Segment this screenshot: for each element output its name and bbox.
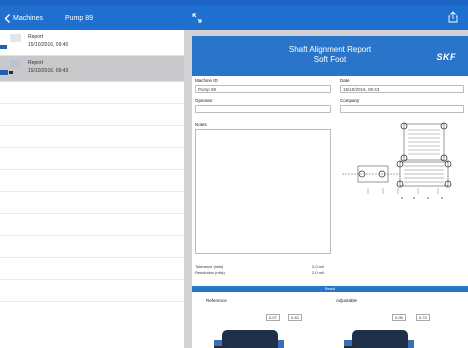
empty-row (0, 148, 184, 170)
empty-row (0, 104, 184, 126)
operator-field (195, 105, 331, 113)
adjustable-readout-1: 0.05 (392, 314, 406, 321)
back-button[interactable]: Machines (4, 13, 43, 23)
empty-row (0, 82, 184, 104)
list-item-date: 15/10/2016, 09:43 (28, 68, 69, 74)
reference-machine-image (214, 330, 284, 348)
reference-readout-1: 0.07 (266, 314, 280, 321)
reference-label: Reference (206, 298, 227, 303)
report-header: Shaft Alignment Report Soft Foot SKF (192, 36, 468, 76)
notes-label: Notes (195, 122, 207, 127)
skf-logo: SKF (436, 52, 456, 62)
machine-id-label: Machine ID (195, 78, 218, 83)
expand-icon[interactable] (192, 13, 202, 23)
date-label: Date (340, 78, 350, 83)
list-item[interactable]: Report 15/10/2016, 09:40 (0, 30, 184, 56)
list-item-date: 15/10/2016, 09:40 (28, 42, 69, 48)
report-subtitle: Soft Foot (313, 55, 347, 64)
empty-row (0, 236, 184, 258)
resolution-label: Resolution (mils) (195, 270, 225, 275)
report-thumbnail-icon (0, 34, 21, 49)
date-field: 15/10/2016, 09:43 (340, 85, 464, 93)
sidebar-nav-bar: Machines Pump 89 (0, 6, 184, 30)
empty-row (0, 126, 184, 148)
empty-row (0, 192, 184, 214)
chevron-left-icon (4, 13, 10, 23)
report-page: Shaft Alignment Report Soft Foot SKF Mac… (192, 36, 468, 348)
detail-nav-bar (184, 6, 468, 30)
report-thumbnail-icon (0, 60, 21, 75)
back-button-label: Machines (13, 14, 43, 22)
adjustable-label: Adjustable (336, 298, 358, 303)
reference-readout-2: 0.40 (288, 314, 302, 321)
report-title: Shaft Alignment Report (288, 45, 372, 54)
machine-id-field: Pump 89 (195, 85, 331, 93)
company-label: Company (340, 98, 360, 103)
empty-row (0, 280, 184, 302)
share-icon[interactable] (448, 11, 458, 23)
empty-row (0, 170, 184, 192)
company-field (340, 105, 464, 113)
list-item-title: Report (28, 60, 44, 66)
tolerance-label: Tolerance (mils) (195, 264, 224, 269)
nav-title: Pump 89 (64, 14, 93, 22)
adjustable-machine-image (344, 330, 414, 348)
list-item[interactable]: Report 15/10/2016, 09:43 (0, 56, 184, 82)
soft-foot-machine-diagram (342, 122, 452, 199)
empty-row (0, 258, 184, 280)
notes-field (195, 129, 331, 254)
operator-label: Operator (195, 98, 213, 103)
adjustable-readout-2: 0.74 (416, 314, 430, 321)
result-section-bar: Result (192, 286, 468, 292)
empty-row (0, 214, 184, 236)
tolerance-value: 2.0 mil (312, 264, 324, 269)
report-list: Report 15/10/2016, 09:40 Report 15/10/20… (0, 30, 184, 348)
list-item-title: Report (28, 34, 44, 40)
resolution-value: 2.0 mil (312, 270, 324, 275)
report-viewer[interactable]: Shaft Alignment Report Soft Foot SKF Mac… (184, 30, 468, 348)
